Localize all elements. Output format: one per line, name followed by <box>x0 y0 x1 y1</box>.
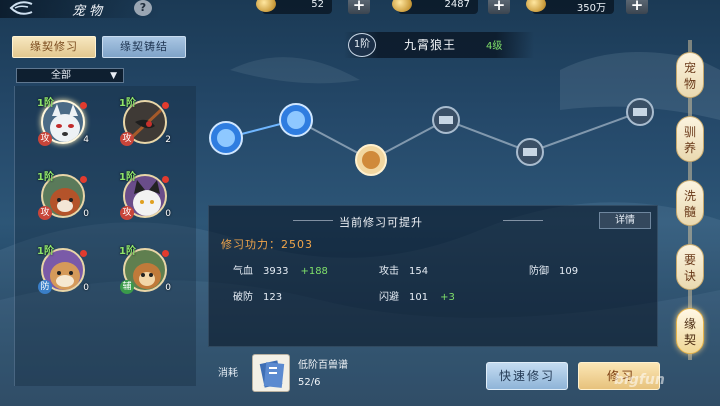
silver-coin-icon <box>256 0 276 12</box>
stat-label: 防御 <box>529 266 549 277</box>
pet-card-hamster[interactable]: 1阶 防 0 <box>37 242 89 294</box>
top-bar: 宠物 ? 52 + 2487 + 350万 + <box>0 0 720 19</box>
resource-silver: 52 <box>256 0 332 14</box>
pet-list: 1阶 攻 4 1阶 攻 2 1阶 攻 0 1阶 攻 0 1阶 防 0 1阶 辅 … <box>14 86 196 386</box>
watermark-logo: bigfun <box>614 372 665 388</box>
power-value: 2503 <box>281 238 313 251</box>
pet-count: 2 <box>165 135 171 145</box>
pet-level: 1阶 <box>37 172 54 183</box>
pet-type-badge: 攻 <box>38 132 52 146</box>
tab-bond-forging[interactable]: 缘契铸结 <box>102 36 186 58</box>
filter-dropdown[interactable]: 全部 ▼ <box>16 68 124 83</box>
cost-item-count: 52/6 <box>298 377 321 388</box>
nav-refine[interactable]: 洗髓 <box>676 180 704 226</box>
add-silver-button[interactable]: + <box>348 0 370 14</box>
pet-count: 0 <box>165 283 171 293</box>
resource-silver-value: 52 <box>311 0 324 10</box>
bond-node-pet[interactable] <box>355 144 387 176</box>
stat-value: 3933 <box>263 266 289 277</box>
stat-label: 闪避 <box>379 292 399 303</box>
pet-type-badge: 防 <box>38 280 52 294</box>
pet-card-red-panda[interactable]: 1阶 攻 0 <box>37 168 89 220</box>
copper-coin-icon <box>526 0 546 12</box>
help-icon[interactable]: ? <box>134 0 152 16</box>
stat-defense: 防御 109 <box>529 262 578 277</box>
resource-gold-value: 2487 <box>444 0 470 10</box>
pet-type-badge: 辅 <box>120 280 134 294</box>
resource-coins-value: 350万 <box>576 3 606 14</box>
pet-count: 4 <box>83 135 89 145</box>
pet-stage-badge: 1阶 <box>348 33 376 57</box>
stat-attack: 攻击 154 <box>379 262 428 277</box>
pet-count: 0 <box>165 209 171 219</box>
pet-type-badge: 攻 <box>120 206 134 220</box>
red-dot-badge <box>80 102 87 109</box>
resource-gold: 2487 <box>392 0 478 14</box>
stat-label: 破防 <box>233 292 253 303</box>
stat-value: 109 <box>559 266 579 277</box>
stat-bonus: +3 <box>440 292 455 303</box>
pet-level: 1阶 <box>37 246 54 257</box>
pet-card-wolf[interactable]: 1阶 攻 4 <box>37 94 89 146</box>
divider <box>503 220 543 221</box>
bond-node-2[interactable] <box>279 103 313 137</box>
pet-level-label: 4级 <box>486 41 503 52</box>
power-label: 修习功力： <box>221 238 281 251</box>
pet-level: 1阶 <box>37 98 54 109</box>
nav-pet[interactable]: 宠物 <box>676 52 704 98</box>
cost-label: 消耗 <box>218 368 238 379</box>
resource-coins: 350万 <box>526 0 614 14</box>
red-dot-badge <box>162 250 169 257</box>
stat-value: 123 <box>263 292 283 303</box>
stat-break-defense: 破防 123 <box>233 288 282 303</box>
add-coins-button[interactable]: + <box>626 0 648 14</box>
bond-node-path <box>209 98 654 176</box>
selected-pet-plate: 1阶 九霄狼王 4级 <box>344 32 534 58</box>
nav-bond[interactable]: 缘契 <box>676 308 704 354</box>
stat-label: 攻击 <box>379 266 399 277</box>
red-dot-badge <box>80 176 87 183</box>
nav-taming[interactable]: 驯养 <box>676 116 704 162</box>
pet-type-badge: 攻 <box>38 206 52 220</box>
info-heading: 当前修习可提升 <box>339 216 423 229</box>
back-icon[interactable] <box>8 1 34 15</box>
pet-count: 0 <box>83 209 89 219</box>
training-info-panel: 当前修习可提升 详情 修习功力：2503 气血 3933 +188 攻击 154 防御… <box>208 205 658 347</box>
pet-level: 1阶 <box>119 172 136 183</box>
stat-dodge: 闪避 101 +3 <box>379 288 455 303</box>
page-title: 宠物 <box>72 4 107 19</box>
training-power: 修习功力：2503 <box>221 236 313 252</box>
nav-secret[interactable]: 要诀 <box>676 244 704 290</box>
bond-node-1[interactable] <box>209 121 243 155</box>
add-gold-button[interactable]: + <box>488 0 510 14</box>
pet-type-badge: 攻 <box>120 132 134 146</box>
gold-ingot-icon <box>392 0 412 12</box>
pet-level: 1阶 <box>119 246 136 257</box>
filter-selected-label: 全部 <box>51 70 71 81</box>
pet-level: 1阶 <box>119 98 136 109</box>
pet-name: 九霄狼王 <box>404 38 457 52</box>
red-dot-badge <box>80 250 87 257</box>
red-dot-badge <box>162 102 169 109</box>
beast-book-icon[interactable] <box>252 354 290 392</box>
divider <box>293 220 333 221</box>
stat-value: 154 <box>409 266 429 277</box>
pet-card-bird[interactable]: 1阶 攻 2 <box>119 94 171 146</box>
stat-bonus: +188 <box>300 266 328 277</box>
red-dot-badge <box>162 176 169 183</box>
quick-train-button[interactable]: 快速修习 <box>486 362 568 390</box>
pet-card-monkey[interactable]: 1阶 辅 0 <box>119 242 171 294</box>
cost-item-name: 低阶百兽谱 <box>298 360 348 371</box>
bond-node-locked-3[interactable] <box>626 98 654 126</box>
bond-node-locked-1[interactable] <box>432 106 460 134</box>
pet-count: 0 <box>83 283 89 293</box>
stat-label: 气血 <box>233 266 253 277</box>
tab-bond-training[interactable]: 缘契修习 <box>12 36 96 58</box>
detail-button[interactable]: 详情 <box>599 212 651 229</box>
stat-value: 101 <box>409 292 429 303</box>
stat-hp: 气血 3933 +188 <box>233 262 328 277</box>
bond-node-locked-2[interactable] <box>516 138 544 166</box>
pet-card-cat[interactable]: 1阶 攻 0 <box>119 168 171 220</box>
chevron-down-icon: ▼ <box>110 71 117 81</box>
